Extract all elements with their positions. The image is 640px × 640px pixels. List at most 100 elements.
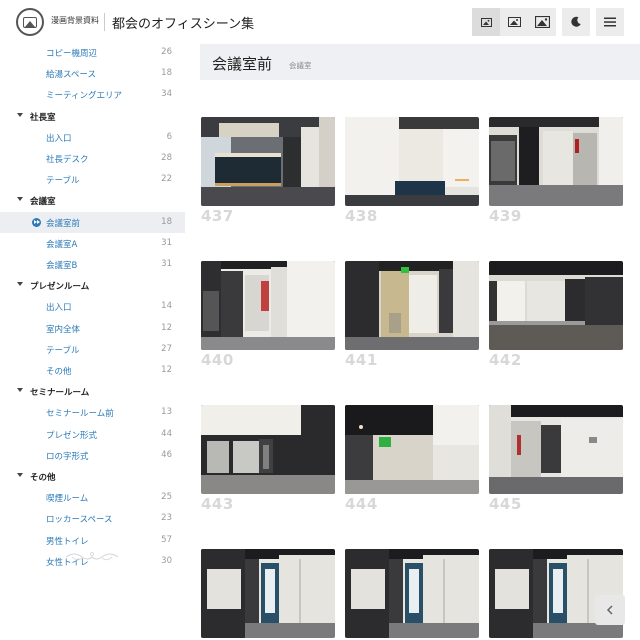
sidebar-item[interactable]: プレゼン形式 44	[0, 424, 185, 445]
image-thumbnail[interactable]	[489, 261, 623, 350]
sidebar-item-label: 社長デスク	[46, 155, 89, 165]
sidebar-item-count: 18	[161, 68, 172, 79]
image-thumbnail[interactable]	[345, 549, 479, 638]
sidebar-item-label: 会議室B	[46, 261, 78, 271]
image-number: 439	[489, 207, 522, 225]
image-large-icon	[534, 16, 550, 28]
chevron-circle-right-icon	[32, 217, 41, 227]
sidebar-item-label: ロッカースペース	[46, 515, 113, 526]
dark-mode-button[interactable]	[562, 8, 590, 36]
sidebar-item-count: 26	[161, 47, 172, 57]
sidebar-category[interactable]: 社長室	[0, 106, 185, 127]
sidebar-item-count: 12	[161, 322, 172, 333]
sidebar-item[interactable]: 社長デスク 28	[0, 148, 185, 169]
page-title: 都会のオフィスシーン集	[112, 17, 255, 32]
sidebar-category-label: その他	[30, 473, 56, 483]
image-thumbnail[interactable]	[489, 117, 623, 206]
image-number: 442	[489, 351, 522, 369]
caret-down-icon	[17, 197, 23, 202]
sidebar-category-label: セミナールーム	[30, 388, 90, 399]
sidebar-category-label: 会議室	[30, 197, 56, 208]
image-thumbnail[interactable]	[345, 261, 479, 350]
sidebar-item-count: 23	[161, 513, 172, 524]
sidebar-item[interactable]: 室内全体 12	[0, 318, 185, 339]
sidebar-item-count: 46	[161, 449, 172, 460]
sidebar-item-label: コピー機周辺	[46, 49, 98, 59]
main-content: 会議室前 会議室 437 438 439 440 441 442 443 444 445	[200, 44, 640, 640]
image-number: 443	[201, 495, 234, 513]
sidebar-category[interactable]: プレゼンルーム	[0, 275, 185, 296]
sidebar-item[interactable]: 喫煙ルーム 25	[0, 487, 185, 508]
sidebar-item-label: テーブル	[46, 176, 80, 187]
header: 漫画背景資料 都会のオフィスシーン集	[0, 0, 640, 44]
sidebar-item-label: 出入口	[46, 133, 72, 144]
image-thumbnail[interactable]	[201, 117, 335, 206]
image-thumbnail[interactable]	[489, 405, 623, 494]
sidebar-item[interactable]: ロの字形式 46	[0, 445, 185, 466]
sidebar-category[interactable]: セミナールーム	[0, 381, 185, 402]
sidebar-category-label: 社長室	[30, 112, 56, 123]
image-number: 445	[489, 495, 522, 513]
section-title: 会議室前	[212, 55, 273, 73]
site-name[interactable]: 漫画背景資料	[51, 15, 99, 26]
sidebar-item-count: 44	[161, 428, 172, 439]
sidebar-item-label: その他	[46, 367, 72, 377]
sidebar-item[interactable]: ミーティングエリア 34	[0, 84, 185, 105]
sidebar-category[interactable]: その他	[0, 466, 185, 487]
menu-button[interactable]	[596, 8, 624, 36]
sidebar-item[interactable]: ロッカースペース 23	[0, 508, 185, 529]
sidebar-item[interactable]: 会議室B 31	[0, 254, 185, 275]
sidebar-item[interactable]: 会議室前 18	[0, 211, 185, 233]
back-button[interactable]	[595, 595, 625, 625]
image-medium-icon	[507, 17, 521, 27]
sidebar-item[interactable]: 出入口 14	[0, 296, 185, 317]
hamburger-icon	[604, 17, 616, 27]
sidebar-item-label: テーブル	[46, 345, 80, 356]
sidebar-item-label: 室内全体	[46, 324, 81, 335]
image-small-icon	[480, 17, 492, 27]
sidebar-item-count: 34	[161, 89, 172, 100]
sidebar-item-count: 31	[161, 237, 172, 248]
section-subtitle: 会議室	[289, 61, 312, 70]
sidebar-item[interactable]: その他 12	[0, 360, 185, 381]
image-thumbnail[interactable]	[345, 117, 479, 206]
gallery-large-button[interactable]	[528, 8, 556, 36]
site-logo-icon[interactable]	[16, 8, 44, 36]
sidebar-item-count: 57	[161, 534, 172, 545]
sidebar-item[interactable]: コピー機周辺 26	[0, 44, 185, 63]
sidebar-item-label: ロの字形式	[46, 451, 89, 462]
image-number: 438	[345, 207, 378, 225]
sidebar-item-label: 給湯スペース	[46, 70, 96, 81]
section-header: 会議室前 会議室	[200, 44, 640, 80]
sidebar-item[interactable]: テーブル 27	[0, 339, 185, 360]
sidebar-item-label: ミーティングエリア	[46, 91, 122, 102]
gallery-small-button[interactable]	[472, 8, 500, 36]
image-number: 441	[345, 351, 378, 369]
image-thumbnail[interactable]	[201, 261, 335, 350]
image-number: 440	[201, 351, 234, 369]
sidebar-item[interactable]: 出入口 6	[0, 127, 185, 148]
sidebar-item-count: 14	[161, 301, 172, 312]
sidebar-item-count: 31	[161, 259, 172, 269]
image-number: 444	[345, 495, 378, 513]
image-thumbnail[interactable]	[201, 405, 335, 494]
sidebar-item-label: 男性トイレ	[46, 536, 89, 547]
ornament-icon	[65, 552, 119, 561]
sidebar-item[interactable]: セミナールーム前 13	[0, 402, 185, 423]
sidebar-item-count: 12	[161, 365, 172, 375]
sidebar-item-count: 22	[161, 174, 172, 185]
sidebar-item-label: 喫煙ルーム	[46, 494, 89, 505]
sidebar-item-count: 6	[166, 131, 172, 142]
sidebar-item[interactable]: テーブル 22	[0, 169, 185, 190]
sidebar-item[interactable]: 給湯スペース 18	[0, 63, 185, 84]
sidebar: コピー機周辺 26 給湯スペース 18 ミーティングエリア 34 社長室 出入口 6 社長デスク 2…	[0, 44, 185, 640]
sidebar-category[interactable]: 会議室	[0, 190, 185, 211]
chevron-left-icon	[606, 605, 613, 615]
image-thumbnail[interactable]	[345, 405, 479, 494]
sidebar-category-label: プレゼンルーム	[30, 282, 90, 293]
sidebar-item[interactable]: 会議室A 31	[0, 233, 185, 254]
image-thumbnail[interactable]	[201, 549, 335, 638]
caret-down-icon	[17, 112, 23, 117]
caret-down-icon	[17, 388, 23, 393]
gallery-medium-button[interactable]	[500, 8, 528, 36]
